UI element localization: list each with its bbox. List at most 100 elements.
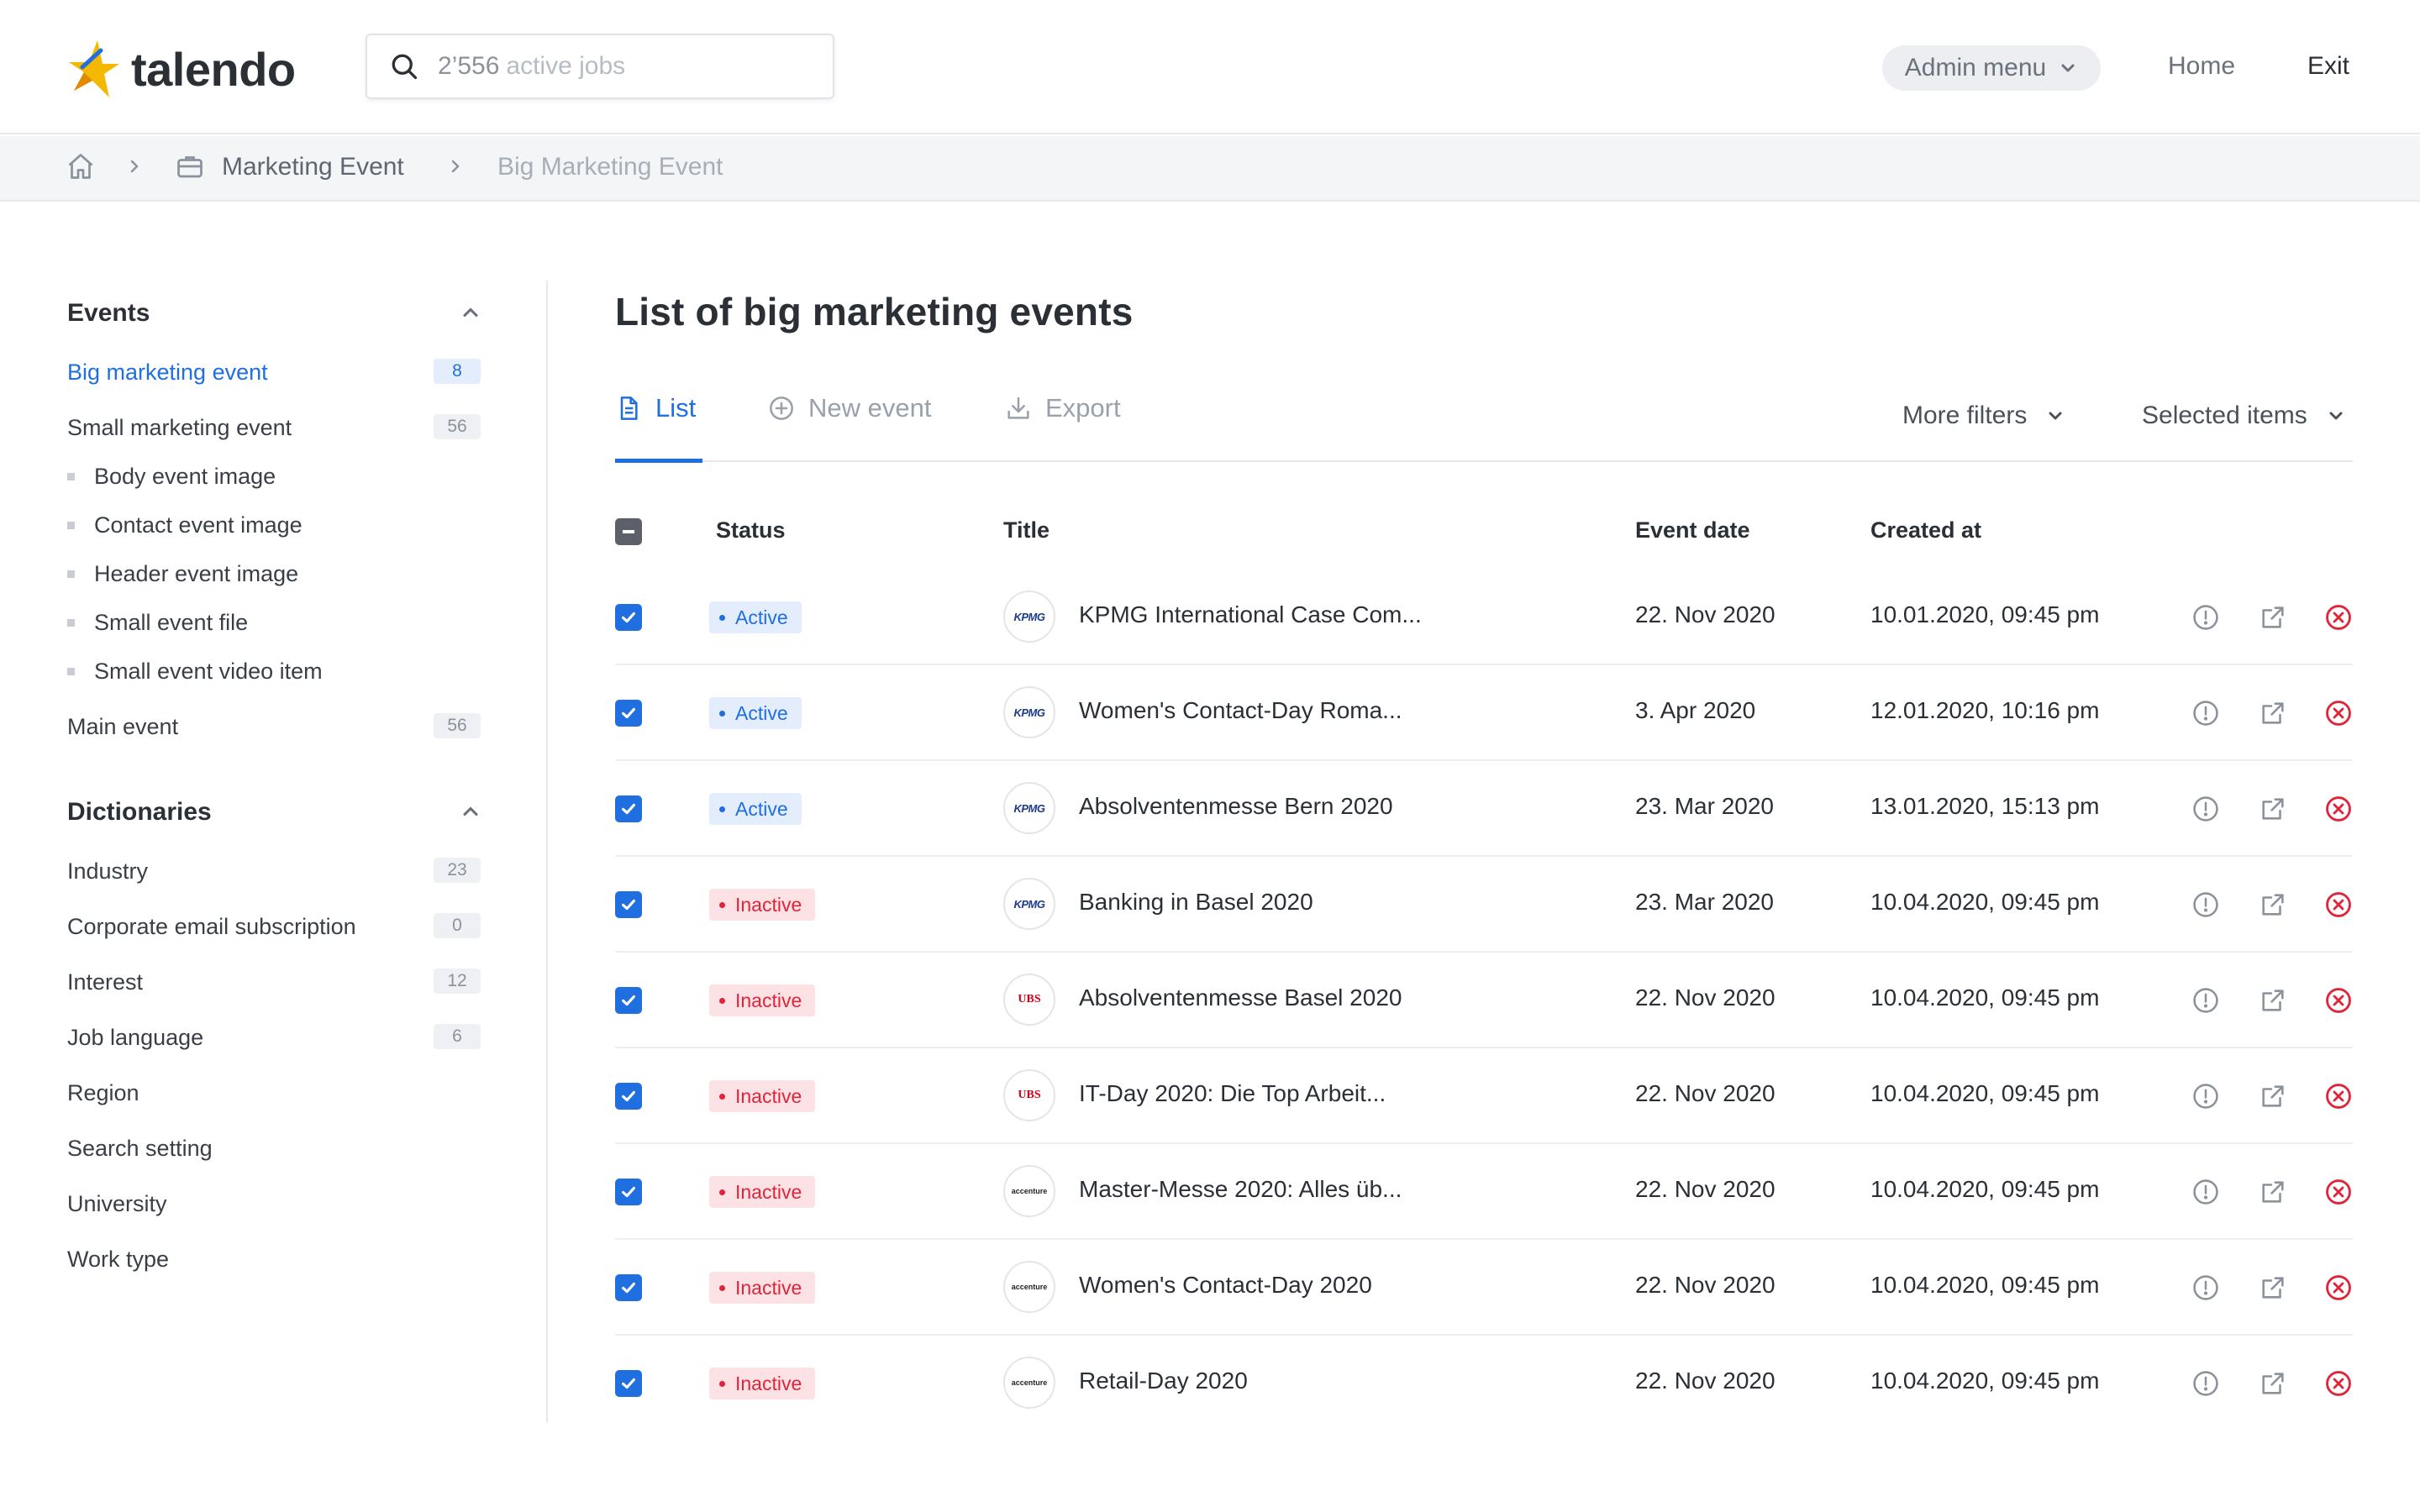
sidebar-section-dictionaries-title[interactable]: Dictionaries [67,798,212,827]
external-link-icon[interactable] [2259,1178,2287,1206]
tab-list[interactable]: List [615,391,696,425]
external-link-icon[interactable] [2259,986,2287,1015]
info-icon[interactable] [2191,1178,2220,1206]
table-row[interactable]: Inactive KPMG Banking in Basel 2020 23. Mar… [615,857,2353,953]
sidebar-item-region[interactable]: Region [67,1080,139,1106]
external-link-icon[interactable] [2259,1273,2287,1302]
status-badge: Inactive [709,1176,816,1208]
delete-circle-icon[interactable] [2324,1273,2353,1302]
info-icon[interactable] [2191,1369,2220,1398]
sidebar-item-interest[interactable]: Interest [67,969,143,995]
delete-circle-icon[interactable] [2324,603,2353,632]
sidebar-subitem-body-event-image[interactable]: Body event image [94,464,276,490]
brand-logo[interactable]: talendo [67,35,296,102]
created-at: 10.04.2020, 09:45 pm [1870,1272,2100,1298]
nav-exit-link[interactable]: Exit [2307,52,2349,81]
tab-export[interactable]: Export [1005,391,1121,425]
tab-new-event[interactable]: New event [768,391,931,425]
bullet-marker [67,570,75,578]
row-checkbox[interactable] [615,987,642,1014]
sidebar-item-university[interactable]: University [67,1191,167,1217]
table-row[interactable]: Active KPMG Absolventenmesse Bern 2020 23. … [615,761,2353,857]
delete-circle-icon[interactable] [2324,1178,2353,1206]
sidebar-item-small-marketing-event[interactable]: Small marketing event [67,415,292,441]
table-row[interactable]: Inactive UBS IT-Day 2020: Die Top Arbeit..… [615,1048,2353,1144]
info-icon[interactable] [2191,795,2220,823]
external-link-icon[interactable] [2259,603,2287,632]
delete-circle-icon[interactable] [2324,890,2353,919]
event-title[interactable]: KPMG International Case Com... [1079,601,1422,628]
table-row[interactable]: Inactive accenture Women's Contact-Day 202… [615,1240,2353,1336]
event-title[interactable]: Absolventenmesse Bern 2020 [1079,793,1393,820]
search-box[interactable]: 2’556 [366,34,834,99]
column-header-created-at[interactable]: Created at [1870,517,1981,543]
event-title[interactable]: Absolventenmesse Basel 2020 [1079,984,1402,1011]
breadcrumb-marketing-event[interactable]: Marketing Event [222,153,404,181]
delete-circle-icon[interactable] [2324,1369,2353,1398]
delete-circle-icon[interactable] [2324,986,2353,1015]
table-row[interactable]: Active KPMG KPMG International Case Com...… [615,570,2353,665]
row-checkbox[interactable] [615,1179,642,1205]
external-link-icon[interactable] [2259,1082,2287,1110]
sidebar-subitem-small-event-file[interactable]: Small event file [94,610,248,636]
table-row[interactable]: Inactive UBS Absolventenmesse Basel 2020 22… [615,953,2353,1048]
column-header-title[interactable]: Title [1003,517,1050,543]
sidebar-item-job-language[interactable]: Job language [67,1025,203,1051]
table-row[interactable]: Inactive accenture Master-Messe 2020: Alle… [615,1144,2353,1240]
delete-circle-icon[interactable] [2324,699,2353,727]
sidebar-item-big-marketing-event[interactable]: Big marketing event [67,360,268,386]
info-icon[interactable] [2191,603,2220,632]
nav-home-link[interactable]: Home [2168,52,2235,81]
sidebar-item-main-event[interactable]: Main event [67,714,178,740]
admin-menu-dropdown[interactable]: Admin menu [1882,45,2101,91]
sidebar-section-events-title[interactable]: Events [67,299,150,328]
sidebar-subitem-header-event-image[interactable]: Header event image [94,561,298,587]
event-title[interactable]: Retail-Day 2020 [1079,1368,1248,1394]
external-link-icon[interactable] [2259,699,2287,727]
sidebar-subitem-small-event-video-item[interactable]: Small event video item [94,659,323,685]
sidebar-item-corporate-email-subscription[interactable]: Corporate email subscription [67,914,356,940]
info-icon[interactable] [2191,890,2220,919]
column-header-event-date[interactable]: Event date [1635,517,1750,543]
row-checkbox[interactable] [615,1274,642,1301]
row-checkbox[interactable] [615,795,642,822]
info-icon[interactable] [2191,699,2220,727]
external-link-icon[interactable] [2259,890,2287,919]
search-input[interactable] [506,52,759,81]
check-icon [622,803,635,815]
external-link-icon[interactable] [2259,795,2287,823]
delete-circle-icon[interactable] [2324,1082,2353,1110]
event-title[interactable]: Banking in Basel 2020 [1079,889,1313,916]
event-title[interactable]: Master-Messe 2020: Alles üb... [1079,1176,1402,1203]
info-icon[interactable] [2191,986,2220,1015]
sidebar-subitem-contact-event-image[interactable]: Contact event image [94,512,302,538]
event-title[interactable]: Women's Contact-Day Roma... [1079,697,1402,724]
info-icon[interactable] [2191,1082,2220,1110]
row-checkbox[interactable] [615,1083,642,1110]
row-checkbox[interactable] [615,604,642,631]
row-checkbox[interactable] [615,1370,642,1397]
home-icon[interactable] [66,151,96,181]
selected-items-dropdown[interactable]: Selected items [2142,402,2346,430]
chevron-up-icon[interactable] [459,301,482,324]
chevron-up-icon[interactable] [459,800,482,823]
external-link-icon[interactable] [2259,1369,2287,1398]
more-filters-dropdown[interactable]: More filters [1902,402,2065,430]
table-row[interactable]: Inactive accenture Retail-Day 2020 22. Nov … [615,1336,2353,1431]
column-header-status[interactable]: Status [716,517,786,543]
sidebar-item-work-type[interactable]: Work type [67,1247,169,1273]
check-icon [622,707,635,719]
event-title[interactable]: IT-Day 2020: Die Top Arbeit... [1079,1080,1386,1107]
delete-circle-icon[interactable] [2324,795,2353,823]
sidebar-item-industry[interactable]: Industry [67,858,148,885]
sidebar-item-search-setting[interactable]: Search setting [67,1136,213,1162]
row-checkbox[interactable] [615,891,642,918]
table-row[interactable]: Active KPMG Women's Contact-Day Roma... 3. … [615,665,2353,761]
created-at: 10.01.2020, 09:45 pm [1870,601,2100,627]
row-checkbox[interactable] [615,700,642,727]
selected-items-label: Selected items [2142,402,2307,429]
select-all-checkbox[interactable] [615,518,642,545]
status-dot [719,1284,725,1291]
info-icon[interactable] [2191,1273,2220,1302]
event-title[interactable]: Women's Contact-Day 2020 [1079,1272,1372,1299]
